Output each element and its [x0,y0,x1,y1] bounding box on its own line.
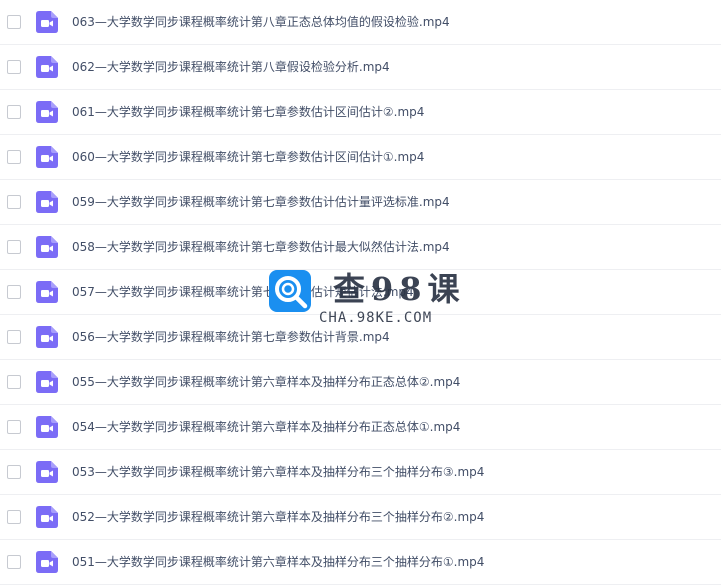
file-name[interactable]: 054—大学数学同步课程概率统计第六章样本及抽样分布正态总体①.mp4 [72,418,460,436]
checkbox-icon[interactable] [7,420,21,434]
video-file-icon [36,56,58,78]
video-file-icon [36,101,58,123]
checkbox-icon[interactable] [7,60,21,74]
file-row[interactable]: 059—大学数学同步课程概率统计第七章参数估计估计量评选标准.mp4 [0,180,721,225]
video-file-icon [36,146,58,168]
checkbox-icon[interactable] [7,375,21,389]
file-row[interactable]: 051—大学数学同步课程概率统计第六章样本及抽样分布三个抽样分布①.mp4 [0,540,721,585]
checkbox-icon[interactable] [7,105,21,119]
file-name[interactable]: 059—大学数学同步课程概率统计第七章参数估计估计量评选标准.mp4 [72,193,450,211]
file-name[interactable]: 063—大学数学同步课程概率统计第八章正态总体均值的假设检验.mp4 [72,13,450,31]
video-file-icon [36,236,58,258]
file-row[interactable]: 061—大学数学同步课程概率统计第七章参数估计区间估计②.mp4 [0,90,721,135]
file-name[interactable]: 062—大学数学同步课程概率统计第八章假设检验分析.mp4 [72,58,390,76]
file-name[interactable]: 057—大学数学同步课程概率统计第七章参数估计矩估计法.mp4 [72,283,414,301]
video-file-icon [36,326,58,348]
checkbox-icon[interactable] [7,195,21,209]
checkbox-icon[interactable] [7,15,21,29]
video-file-icon [36,281,58,303]
file-row[interactable]: 060—大学数学同步课程概率统计第七章参数估计区间估计①.mp4 [0,135,721,180]
video-file-icon [36,461,58,483]
file-row[interactable]: 062—大学数学同步课程概率统计第八章假设检验分析.mp4 [0,45,721,90]
file-row[interactable]: 052—大学数学同步课程概率统计第六章样本及抽样分布三个抽样分布②.mp4 [0,495,721,540]
file-name[interactable]: 051—大学数学同步课程概率统计第六章样本及抽样分布三个抽样分布①.mp4 [72,553,484,571]
checkbox-icon[interactable] [7,510,21,524]
video-file-icon [36,551,58,573]
file-row[interactable]: 057—大学数学同步课程概率统计第七章参数估计矩估计法.mp4 [0,270,721,315]
file-row[interactable]: 058—大学数学同步课程概率统计第七章参数估计最大似然估计法.mp4 [0,225,721,270]
video-file-icon [36,11,58,33]
checkbox-icon[interactable] [7,285,21,299]
video-file-icon [36,506,58,528]
checkbox-icon[interactable] [7,150,21,164]
video-file-icon [36,191,58,213]
file-name[interactable]: 056—大学数学同步课程概率统计第七章参数估计背景.mp4 [72,328,390,346]
file-list: 063—大学数学同步课程概率统计第八章正态总体均值的假设检验.mp4 062—大学… [0,0,721,585]
file-name[interactable]: 058—大学数学同步课程概率统计第七章参数估计最大似然估计法.mp4 [72,238,450,256]
file-name[interactable]: 055—大学数学同步课程概率统计第六章样本及抽样分布正态总体②.mp4 [72,373,460,391]
video-file-icon [36,416,58,438]
file-row[interactable]: 054—大学数学同步课程概率统计第六章样本及抽样分布正态总体①.mp4 [0,405,721,450]
checkbox-icon[interactable] [7,330,21,344]
file-row[interactable]: 063—大学数学同步课程概率统计第八章正态总体均值的假设检验.mp4 [0,0,721,45]
checkbox-icon[interactable] [7,240,21,254]
file-name[interactable]: 061—大学数学同步课程概率统计第七章参数估计区间估计②.mp4 [72,103,424,121]
file-name[interactable]: 052—大学数学同步课程概率统计第六章样本及抽样分布三个抽样分布②.mp4 [72,508,484,526]
checkbox-icon[interactable] [7,465,21,479]
file-row[interactable]: 053—大学数学同步课程概率统计第六章样本及抽样分布三个抽样分布③.mp4 [0,450,721,495]
file-name[interactable]: 053—大学数学同步课程概率统计第六章样本及抽样分布三个抽样分布③.mp4 [72,463,484,481]
file-name[interactable]: 060—大学数学同步课程概率统计第七章参数估计区间估计①.mp4 [72,148,424,166]
file-row[interactable]: 055—大学数学同步课程概率统计第六章样本及抽样分布正态总体②.mp4 [0,360,721,405]
video-file-icon [36,371,58,393]
file-row[interactable]: 056—大学数学同步课程概率统计第七章参数估计背景.mp4 [0,315,721,360]
checkbox-icon[interactable] [7,555,21,569]
